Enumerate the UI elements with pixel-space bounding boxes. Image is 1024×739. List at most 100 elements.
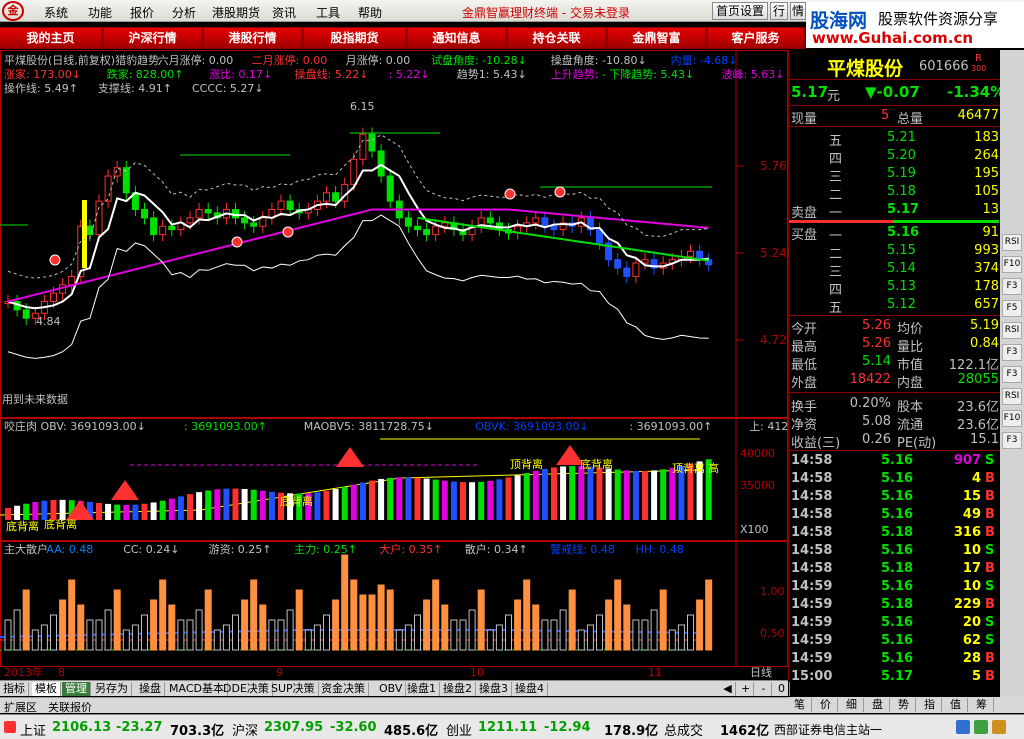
right-tab-6[interactable]: 值 bbox=[944, 698, 968, 712]
obv-bar bbox=[532, 470, 539, 520]
nav-tab-1[interactable]: 沪深行情 bbox=[104, 28, 202, 48]
side-tab-7[interactable]: RSI bbox=[1002, 388, 1022, 405]
menu-tools[interactable]: 工具 bbox=[316, 4, 340, 21]
nav-tab-3[interactable]: 股指期货 bbox=[304, 28, 406, 48]
info-button[interactable]: 情 bbox=[790, 2, 806, 20]
candle-body bbox=[541, 217, 549, 227]
menu-hk-futures[interactable]: 港股期货 bbox=[212, 4, 260, 21]
side-tab-3[interactable]: F5 bbox=[1002, 300, 1022, 317]
side-tab-2[interactable]: F3 bbox=[1002, 278, 1022, 295]
volume-bar bbox=[31, 629, 39, 651]
candle-body bbox=[250, 222, 258, 227]
home-settings-button[interactable]: 首页设置 bbox=[712, 2, 768, 20]
obv-bar bbox=[23, 503, 30, 520]
volume-bar bbox=[523, 579, 531, 651]
indicator-value: 操盘角度: -10.80↓ bbox=[551, 53, 647, 67]
buy-price: 5.13 bbox=[887, 279, 916, 294]
indicator-tab-7[interactable]: SUP决策 bbox=[268, 682, 319, 696]
volume-bar bbox=[159, 579, 167, 651]
linked-quote-button[interactable]: 关联报价 bbox=[48, 699, 92, 715]
right-tab-3[interactable]: 盘 bbox=[866, 698, 890, 712]
period-label: 日线 bbox=[750, 665, 772, 679]
indicator-tab-0[interactable]: 指标 bbox=[0, 682, 29, 696]
side-tab-4[interactable]: RSI bbox=[1002, 322, 1022, 339]
right-tab-4[interactable]: 势 bbox=[892, 698, 916, 712]
indicator-tab-13[interactable]: 操盘4 bbox=[512, 682, 548, 696]
nav-tab-6[interactable]: 金鼎智富 bbox=[608, 28, 706, 48]
volume-bar bbox=[687, 614, 694, 651]
indicator-tab-3[interactable]: 另存为 bbox=[92, 682, 132, 696]
menu-analysis[interactable]: 分析 bbox=[172, 4, 196, 21]
expand-area-button[interactable]: 扩展区 bbox=[4, 699, 37, 715]
right-tab-7[interactable]: 筹 bbox=[970, 698, 994, 712]
alert-icon[interactable] bbox=[992, 720, 1006, 734]
menu-help[interactable]: 帮助 bbox=[358, 4, 382, 21]
right-tab-1[interactable]: 价 bbox=[814, 698, 838, 712]
chart-ctrl-1[interactable]: + bbox=[738, 682, 754, 696]
indicator-value: : 5.22↓ bbox=[389, 68, 430, 81]
volume-bar bbox=[150, 599, 158, 651]
volume-bar bbox=[432, 579, 440, 651]
sh-amount: 703.3亿 bbox=[170, 724, 225, 739]
right-tab-0[interactable]: 笔 bbox=[788, 698, 812, 712]
chart-ctrl-3[interactable]: 0 bbox=[774, 682, 790, 696]
volume-bar bbox=[332, 599, 340, 651]
menu-news[interactable]: 资讯 bbox=[272, 4, 296, 21]
network-icon[interactable] bbox=[956, 720, 970, 734]
cy-label: 创业 bbox=[446, 724, 473, 739]
chart-ctrl-0[interactable]: ◀ bbox=[720, 682, 736, 696]
side-tab-9[interactable]: F3 bbox=[1002, 432, 1022, 449]
side-tab-1[interactable]: F10 bbox=[1002, 256, 1022, 273]
indicator-tab-12[interactable]: 操盘3 bbox=[476, 682, 512, 696]
volume-bar bbox=[677, 624, 685, 651]
volume-bar bbox=[341, 554, 349, 651]
nav-tab-0[interactable]: 我的主页 bbox=[0, 28, 102, 48]
right-tab-5[interactable]: 指 bbox=[918, 698, 942, 712]
stat2-label2: 流通 bbox=[897, 418, 924, 433]
indicator-tab-2[interactable]: 管理 bbox=[62, 682, 91, 696]
quote-button[interactable]: 行 bbox=[770, 2, 788, 20]
indicator-value: 趋势1: 5.43↓ bbox=[457, 68, 527, 81]
candle-body bbox=[168, 225, 176, 231]
tick-side: S bbox=[985, 543, 995, 558]
indicator-value: 涨比: 0.17↓ bbox=[209, 68, 272, 81]
volume-bar bbox=[95, 619, 103, 651]
nav-tab-5[interactable]: 持仓关联 bbox=[508, 28, 606, 48]
nav-tab-4[interactable]: 通知信息 bbox=[408, 28, 506, 48]
menu-function[interactable]: 功能 bbox=[88, 4, 112, 21]
nav-tab-7[interactable]: 客户服务 bbox=[708, 28, 804, 48]
indicator-tab-9[interactable]: OBV bbox=[376, 682, 407, 696]
side-tab-6[interactable]: F3 bbox=[1002, 366, 1022, 383]
divergence-tag: 底背离 bbox=[580, 457, 613, 471]
menu-quote[interactable]: 报价 bbox=[130, 4, 154, 21]
side-tab-8[interactable]: F10 bbox=[1002, 410, 1022, 427]
right-tab-2[interactable]: 细 bbox=[840, 698, 864, 712]
indicator-tab-6[interactable]: DDE决策 bbox=[220, 682, 273, 696]
signal-ball-icon bbox=[49, 254, 61, 266]
buy-volume: 374 bbox=[974, 261, 999, 276]
nav-tab-2[interactable]: 港股行情 bbox=[204, 28, 302, 48]
obv-bar bbox=[669, 467, 676, 520]
app-logo-icon: 金 bbox=[2, 1, 24, 21]
sell-price: 5.17 bbox=[887, 202, 920, 217]
side-tab-5[interactable]: F3 bbox=[1002, 344, 1022, 361]
candle-body bbox=[323, 192, 330, 202]
candle-body bbox=[423, 229, 431, 236]
kline-chart[interactable]: 底背离 底背离底背离顶背离 底背离 顶背离高 5.765.244.7240000350… bbox=[0, 50, 788, 680]
indicator-tab-1[interactable]: 模板 bbox=[32, 682, 61, 696]
chart-ctrl-2[interactable]: - bbox=[756, 682, 772, 696]
tick-time: 14:59 bbox=[791, 633, 833, 648]
tick-time: 14:58 bbox=[791, 471, 833, 486]
side-tab-0[interactable]: RSI bbox=[1002, 234, 1022, 251]
indicator-tab-11[interactable]: 操盘2 bbox=[440, 682, 476, 696]
indicator-tab-4[interactable]: 操盘 bbox=[136, 682, 165, 696]
tick-side: S bbox=[985, 453, 995, 468]
candle-body bbox=[441, 222, 449, 227]
volume-bar bbox=[113, 589, 121, 651]
indicator-tab-5[interactable]: MACD基本 bbox=[166, 682, 228, 696]
obv-bar bbox=[14, 505, 21, 520]
menu-system[interactable]: 系统 bbox=[44, 4, 68, 21]
indicator-tab-10[interactable]: 操盘1 bbox=[404, 682, 440, 696]
indicator-tab-8[interactable]: 资金决策 bbox=[318, 682, 369, 696]
sound-icon[interactable] bbox=[974, 720, 988, 734]
